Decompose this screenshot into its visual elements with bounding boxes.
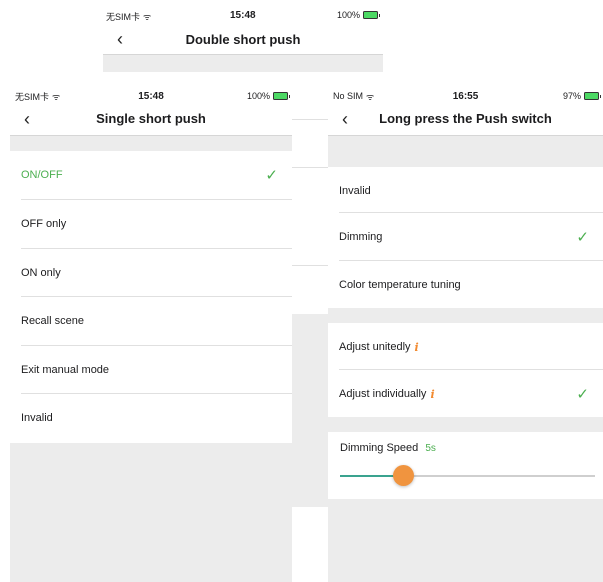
section-spacer	[328, 308, 603, 323]
option-label: Invalid	[21, 412, 53, 424]
option-label: ON/OFF	[21, 169, 63, 181]
chevron-left-icon: ‹	[342, 108, 348, 129]
dimming-speed-value: 5s	[425, 443, 436, 454]
empty-area	[10, 443, 292, 582]
mode-label: Invalid	[339, 185, 371, 197]
option-on-only[interactable]: ON only	[10, 249, 292, 297]
slider-thumb[interactable]	[393, 465, 415, 486]
background-list-edge	[292, 72, 328, 582]
battery: 100%	[246, 91, 290, 101]
mode-label: Color temperature tuning	[339, 279, 461, 291]
dimming-speed-label: Dimming Speed	[340, 442, 419, 454]
adjust-label: Adjust individually	[339, 388, 427, 400]
option-recall-scene[interactable]: Recall scene	[10, 297, 292, 345]
battery-percent: 97%	[562, 91, 581, 101]
mode-label: Dimming	[339, 231, 383, 243]
carrier: 无SIM卡 ᯤ	[106, 10, 151, 23]
info-icon[interactable]: i	[430, 388, 434, 401]
empty-area	[328, 499, 603, 582]
mode-invalid[interactable]: Invalid	[328, 167, 603, 215]
info-icon[interactable]: i	[415, 341, 419, 354]
option-exit-manual-mode[interactable]: Exit manual mode	[10, 346, 292, 394]
option-on-off[interactable]: ON/OFF ✓	[10, 151, 292, 199]
check-icon: ✓	[265, 167, 278, 184]
battery-icon	[363, 11, 381, 19]
status-time: 15:48	[230, 10, 256, 21]
background-battery-label: 100%	[337, 10, 381, 20]
page-title: Long press the Push switch	[379, 111, 552, 126]
battery-percent: 100%	[246, 91, 270, 101]
back-button[interactable]: ‹	[117, 24, 147, 55]
mode-color-temperature-tuning[interactable]: Color temperature tuning	[328, 261, 603, 309]
right-screen: No SIM ᯤ 16:55 97% ‹ Long press the Push…	[328, 86, 603, 582]
header-spacer	[103, 55, 383, 72]
adjust-label: Adjust unitedly	[339, 341, 411, 353]
dimming-speed-header: Dimming Speed 5s	[340, 442, 436, 454]
navbar: ‹ Single short push	[10, 102, 292, 136]
check-icon: ✓	[576, 229, 589, 246]
battery: 97%	[562, 91, 601, 101]
option-invalid[interactable]: Invalid	[10, 394, 292, 442]
dimming-speed-panel: Dimming Speed 5s	[328, 432, 603, 499]
page-title: Double short push	[185, 31, 301, 47]
battery-icon	[273, 92, 290, 100]
chevron-left-icon: ‹	[117, 29, 123, 49]
section-spacer	[328, 417, 603, 432]
back-button[interactable]: ‹	[342, 102, 372, 136]
carrier-label: 无SIM卡	[106, 11, 141, 22]
status-time: 16:55	[452, 90, 479, 102]
option-label: OFF only	[21, 218, 67, 230]
option-label: ON only	[21, 267, 61, 279]
check-icon: ✓	[576, 386, 589, 403]
adjust-unitedly[interactable]: Adjust unitedly i	[328, 323, 603, 371]
navbar: ‹ Double short push	[103, 24, 383, 55]
wifi-icon: ᯤ	[143, 11, 152, 22]
mode-dimming[interactable]: Dimming ✓	[328, 213, 603, 261]
battery-percent: 100%	[337, 10, 361, 20]
back-button[interactable]: ‹	[24, 102, 54, 136]
option-off-only[interactable]: OFF only	[10, 200, 292, 248]
option-label: Exit manual mode	[21, 364, 110, 376]
header-spacer	[328, 136, 603, 167]
option-label: Recall scene	[21, 315, 84, 327]
header-spacer	[10, 136, 292, 151]
left-screen: 无SIM卡 ᯤ 15:48 100% ‹ Single short push O…	[10, 86, 292, 582]
adjust-individually[interactable]: Adjust individually i ✓	[328, 370, 603, 418]
page-title: Single short push	[96, 111, 206, 126]
navbar: ‹ Long press the Push switch	[328, 102, 603, 136]
chevron-left-icon: ‹	[24, 108, 30, 129]
battery-icon	[584, 92, 601, 100]
